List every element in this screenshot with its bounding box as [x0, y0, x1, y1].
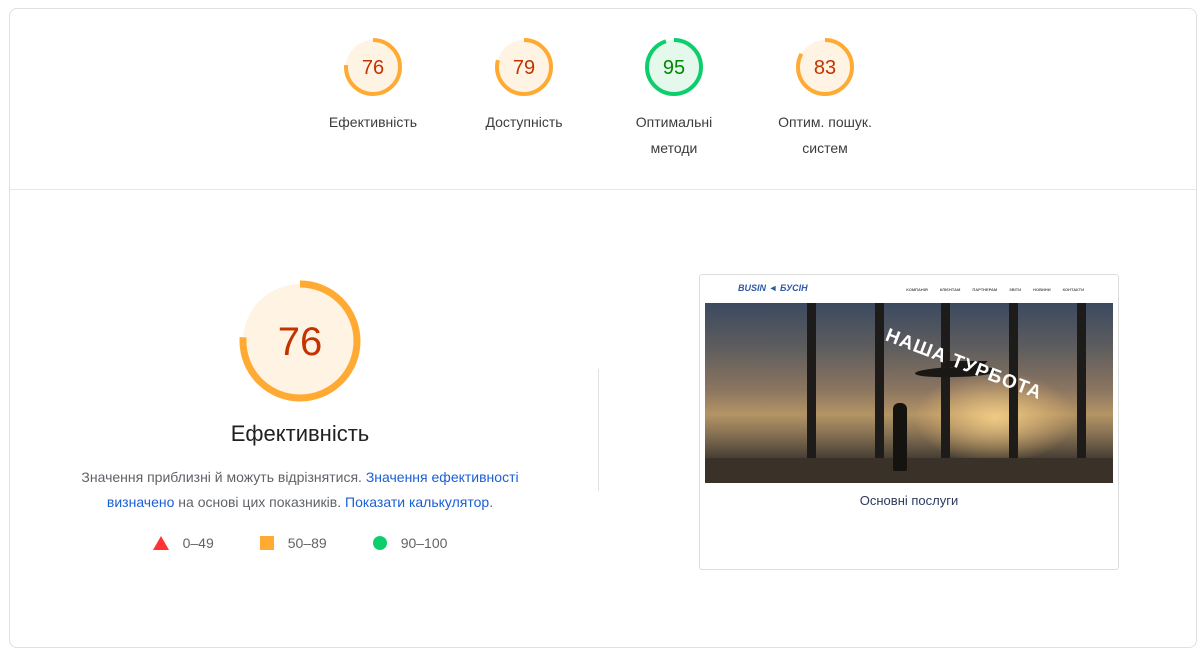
main-score: 76	[278, 320, 323, 364]
site-header: BUSIN ◄ БУСІН КОМПАНІЯ КЛІЄНТАМ ПАРТНЕРА…	[700, 275, 1118, 303]
gauge-ring: 83	[796, 38, 854, 96]
gauge-score: 83	[814, 57, 836, 79]
gauge-score: 79	[513, 57, 535, 79]
gauge-ring: 76	[344, 38, 402, 96]
gauge-label: Ефективність	[328, 114, 418, 130]
page-screenshot: BUSIN ◄ БУСІН КОМПАНІЯ КЛІЄНТАМ ПАРТНЕРА…	[699, 274, 1119, 570]
gauge-ring: 95	[645, 38, 703, 96]
site-logo: BUSIN ◄ БУСІН	[738, 283, 808, 293]
services-heading: Основні послуги	[859, 493, 959, 508]
triangle-icon	[152, 536, 169, 550]
legend-item-pass: 90–100	[372, 535, 447, 551]
performance-description: Значення приблизні й можуть відрізнятися…	[81, 469, 519, 510]
main-gauge: 76	[239, 280, 361, 402]
section-title: Ефективність	[230, 421, 370, 446]
gauge-best-practices[interactable]: 95 Оптимальні методи	[604, 35, 744, 161]
report-card: 76 Ефективність 79 Доступність 95 Оптима…	[9, 8, 1197, 648]
gauge-label: Доступність	[485, 114, 563, 130]
hero-image: НАША ТУРБОТА	[705, 303, 1113, 483]
gauge-ring: 79	[495, 38, 553, 96]
site-nav: КОМПАНІЯ КЛІЄНТАМ ПАРТНЕРАМ ЗВІТИ НОВИНИ…	[906, 287, 1084, 292]
gauge-score: 95	[663, 57, 685, 79]
gauge-seo[interactable]: 83 Оптим. пошук. систем	[755, 35, 895, 161]
category-gauges: 76 Ефективність 79 Доступність 95 Оптима…	[10, 9, 1196, 190]
gauge-accessibility[interactable]: 79 Доступність	[454, 35, 594, 135]
score-legend: 0–49 50–89 90–100	[10, 535, 590, 551]
calculator-link[interactable]: Показати калькулятор	[345, 494, 489, 510]
performance-section: 76 Ефективність Значення приблизні й мож…	[10, 279, 590, 551]
gauge-label: Оптим. пошук. систем	[778, 114, 872, 156]
square-icon	[259, 536, 274, 550]
gauge-score: 76	[362, 57, 384, 79]
circle-icon	[372, 536, 387, 550]
gauge-performance[interactable]: 76 Ефективність	[303, 35, 443, 135]
person-silhouette	[893, 403, 907, 471]
gauge-label: Оптимальні методи	[635, 114, 713, 156]
legend-item-average: 50–89	[259, 535, 327, 551]
legend-item-fail: 0–49	[152, 535, 214, 551]
vertical-divider	[598, 369, 599, 491]
